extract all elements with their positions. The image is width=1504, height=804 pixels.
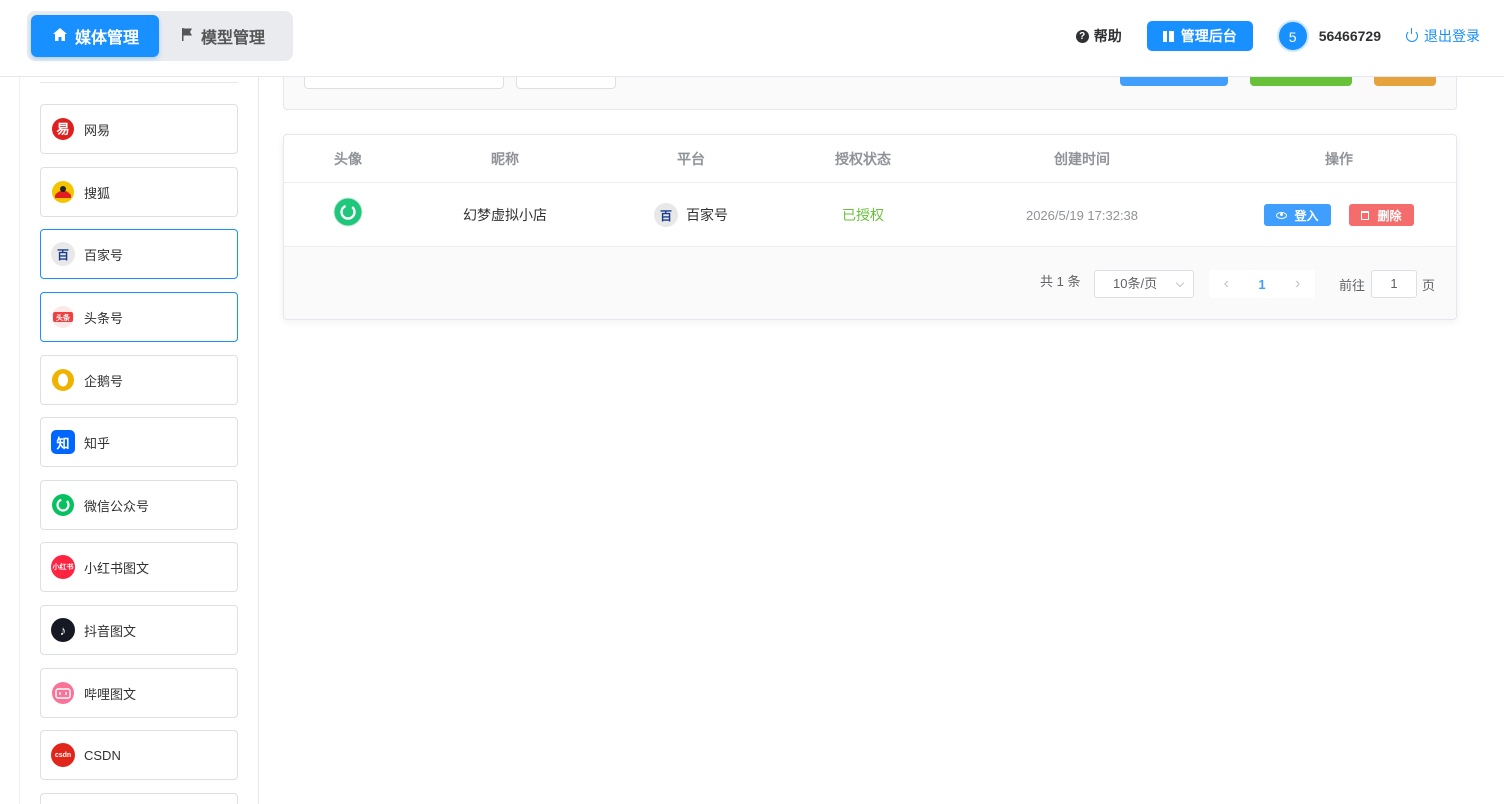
column-header: 头像 [334,151,362,167]
platform-sidebar: 易 网易 搜狐 百 百家号 头条 头条号 企鹅号 知 知乎 微信公众号 小红书 [19,77,259,804]
header-actions: ? 帮助 管理后台 5 56466729 退出登录 [1075,20,1480,52]
sidebar-item-qie[interactable]: 企鹅号 [40,355,238,405]
admin-label: 管理后台 [1180,28,1237,44]
sidebar-item-label: 网易 [84,122,111,138]
prev-page-icon[interactable]: ‹ [1224,275,1229,293]
trash-icon [1360,210,1369,220]
actions-cell: 登入 删除 [1222,183,1456,247]
baijiahao-icon: 百 [654,203,678,227]
sidebar-item-label: 抖音图文 [84,623,137,639]
page-jump: 前往 1 页 [1339,270,1435,298]
penguin-icon [51,368,75,392]
platform-cell: 百 百家号 [598,183,784,247]
top-header: 媒体管理 模型管理 ? 帮助 管理后台 5 56466729 退出登录 [0,0,1504,77]
netease-icon: 易 [51,117,75,141]
login-label: 登入 [1294,208,1319,223]
table-row: 幻梦虚拟小店 百 百家号 已授权 2026/5/19 17:32:38 登入 删… [284,183,1456,247]
sidebar-item-baijiahao[interactable]: 百 百家号 [40,229,238,279]
total-count: 共 1 条 [1040,274,1081,289]
chevron-down-icon [1175,278,1185,288]
home-icon [53,28,67,44]
pagination: 共 1 条 10条/页 ‹ 1 › 前往 1 页 [284,247,1456,319]
svg-text:头条: 头条 [56,313,71,322]
nickname-cell: 幻梦虚拟小店 [463,207,547,223]
logout-link[interactable]: 退出登录 [1406,26,1480,46]
sidebar-item-label: 头条号 [84,310,124,326]
toutiao-icon: 头条 [51,305,75,329]
goto-suffix: 页 [1422,277,1436,293]
zhihu-icon: 知 [51,430,75,454]
question-icon: ? [1075,29,1089,43]
sohu-icon [51,180,75,204]
admin-button[interactable]: 管理后台 [1146,21,1253,51]
sidebar-item-wechat[interactable]: 微信公众号 [40,480,238,530]
tab-model-management[interactable]: 模型管理 [159,15,279,57]
douyin-icon: ♪ [51,618,75,642]
sidebar-item-xiaohongshu[interactable]: 小红书 小红书图文 [40,542,238,592]
column-header: 昵称 [491,151,519,167]
avatar-cell [284,183,412,247]
sidebar-item-label: 知乎 [84,435,111,451]
created-time: 2026/5/19 17:32:38 [1025,207,1139,223]
wechat-avatar-icon [333,197,363,230]
sidebar-item-label: CSDN [84,747,121,763]
next-page-icon[interactable]: › [1295,275,1300,293]
account-table: 头像 昵称 平台 授权状态 创建时间 操作 幻梦虚拟小店 百 百家号 已授权 2… [283,134,1457,320]
divider [40,82,238,83]
avatar[interactable]: 5 [1276,20,1309,52]
platform-name: 百家号 [686,207,728,223]
sidebar-item-label: 百家号 [84,247,124,263]
delete-label: 删除 [1377,208,1402,223]
tab-label: 模型管理 [201,30,266,47]
sidebar-item-label: 小红书图文 [84,560,150,576]
tab-media-management[interactable]: 媒体管理 [31,15,159,57]
tab-label: 媒体管理 [75,30,140,47]
delete-button[interactable]: 删除 [1348,204,1414,226]
sidebar-item-more[interactable] [40,793,238,804]
main-tabs: 媒体管理 模型管理 [27,11,293,61]
page-nav: ‹ 1 › [1209,270,1315,298]
eye-icon [1276,211,1288,219]
book-icon [1162,30,1174,42]
column-header: 操作 [1325,151,1353,167]
page-size-value: 10条/页 [1113,276,1158,291]
sidebar-item-douyin[interactable]: ♪ 抖音图文 [40,605,238,655]
wechat-icon [51,493,75,517]
sidebar-item-label: 微信公众号 [84,498,150,514]
status-badge: 已授权 [842,207,884,223]
sidebar-item-bilibili[interactable]: 哔哩图文 [40,668,238,718]
help-link[interactable]: ? 帮助 [1075,26,1122,46]
sidebar-item-netease[interactable]: 易 网易 [40,104,238,154]
sidebar-item-label: 哔哩图文 [84,686,137,702]
login-button[interactable]: 登入 [1264,204,1331,226]
bilibili-icon [51,681,75,705]
column-header: 授权状态 [835,151,891,167]
csdn-icon: csdn [51,743,75,767]
sidebar-item-label: 搜狐 [84,185,111,201]
sidebar-item-label: 企鹅号 [84,373,124,389]
sidebar-item-csdn[interactable]: csdn CSDN [40,730,238,780]
sidebar-item-toutiao[interactable]: 头条 头条号 [40,292,238,342]
column-header: 创建时间 [1054,151,1110,167]
sidebar-item-zhihu[interactable]: 知 知乎 [40,417,238,467]
current-page[interactable]: 1 [1258,277,1265,292]
page-size-select[interactable]: 10条/页 [1094,270,1194,298]
user-id: 56466729 [1318,28,1381,44]
goto-page-input[interactable]: 1 [1371,270,1418,298]
help-label: 帮助 [1093,28,1122,44]
flag-icon [181,28,193,44]
baijiahao-icon: 百 [51,242,75,266]
svg-text:易: 易 [56,123,69,138]
xiaohongshu-icon: 小红书 [51,555,75,579]
goto-prefix: 前往 [1339,277,1366,293]
column-header: 平台 [677,151,705,167]
sidebar-item-sohu[interactable]: 搜狐 [40,167,238,217]
logout-label: 退出登录 [1424,28,1480,44]
power-icon [1406,28,1418,42]
table-header: 头像 昵称 平台 授权状态 创建时间 操作 [284,135,1456,183]
